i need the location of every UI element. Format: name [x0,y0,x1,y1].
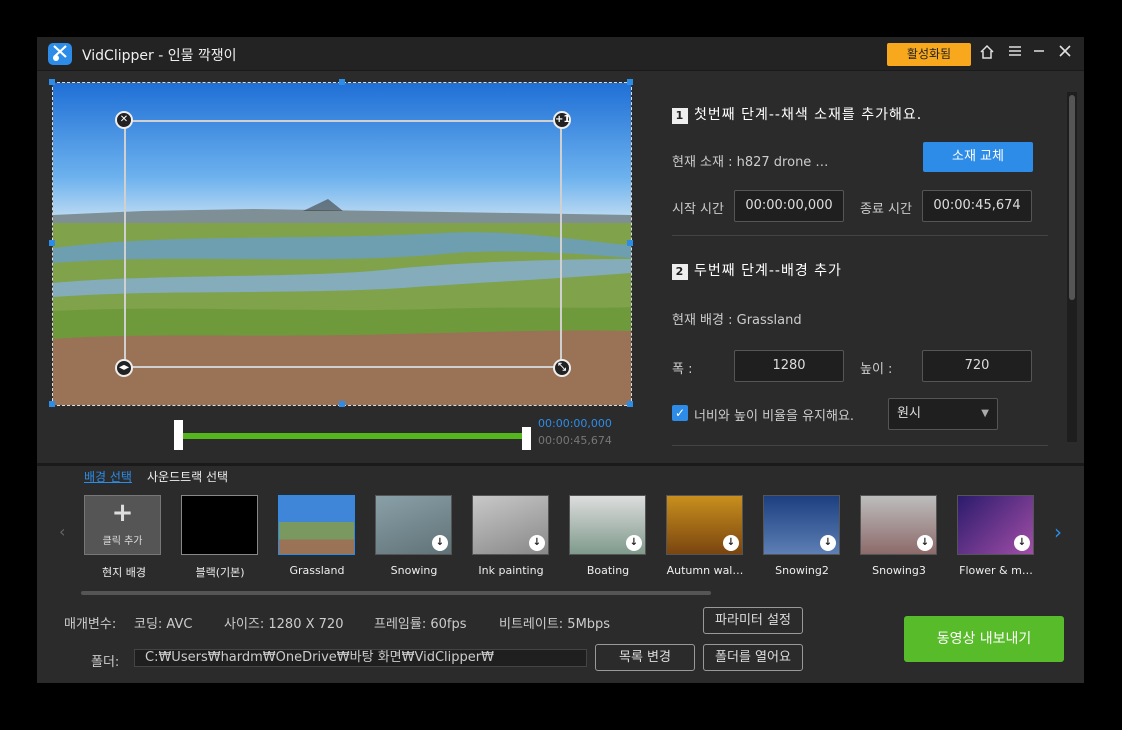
open-folder-button[interactable]: 폴더를 열어요 [703,644,803,671]
keep-ratio-checkbox[interactable]: ✓ [672,405,688,421]
size-value: 사이즈: 1280 X 720 [224,617,344,632]
download-icon[interactable]: ↓ [820,535,836,551]
current-material: 현재 소재 : h827 drone … [672,155,829,170]
chevron-down-icon: ▼ [981,408,989,419]
start-time-label: 시작 시간 [672,202,724,217]
thumb-flower-moon[interactable]: ↓ [957,495,1034,555]
thumb-autumn-walk[interactable]: ↓ [666,495,743,555]
thumb-label: Snowing [390,564,438,577]
end-time-label: 종료 시간 [860,202,912,217]
download-icon[interactable]: ↓ [529,535,545,551]
close-icon[interactable] [1056,44,1074,64]
resize-handle[interactable] [339,79,345,85]
divider [672,445,1048,446]
thumb-label: Grassland [289,564,345,577]
width-label: 폭 : [672,362,693,377]
add-background-button[interactable]: + 클릭 추가 [84,495,161,555]
end-time-input[interactable]: 00:00:45,674 [922,190,1032,222]
resize-handle[interactable] [627,240,633,246]
step1-title-text: 첫번째 단계--채색 소재를 추가해요. [694,107,923,123]
step2-title: 2 두번째 단계--배경 추가 [672,260,842,280]
height-label: 높이 : [860,362,893,377]
step1-number: 1 [672,108,688,124]
width-input[interactable]: 1280 [734,350,844,382]
flip-icon[interactable]: ◂▸ [115,359,133,377]
ratio-select[interactable]: 원시 ▼ [888,398,998,430]
scroll-right-icon[interactable]: › [1054,520,1062,544]
start-time-input[interactable]: 00:00:00,000 [734,190,844,222]
step1-title: 1 첫번째 단계--채색 소재를 추가해요. [672,104,922,124]
activate-button[interactable]: 활성화됨 [887,43,971,66]
trim-start-handle[interactable] [174,420,183,450]
scale-icon[interactable]: ⤡ [553,359,571,377]
vidclipper-logo-icon [48,43,72,65]
video-preview[interactable]: ✕ +1 ◂▸ ⤡ [49,79,633,407]
title-bar: VidClipper - 인물 깍쟁이 활성화됨 [37,37,1084,71]
download-icon[interactable]: ↓ [1014,535,1030,551]
thumb-label: 블랙(기본) [195,566,245,579]
change-directory-button[interactable]: 목록 변경 [595,644,695,671]
keep-ratio-label: 너비와 높이 비율을 유지해요. [694,409,855,424]
resize-handle[interactable] [49,240,55,246]
resize-handle[interactable] [49,79,55,85]
scroll-left-icon[interactable]: ‹ [59,522,65,541]
window-title: VidClipper - 인물 깍쟁이 [82,48,237,64]
selection-box[interactable]: ✕ +1 ◂▸ ⤡ [115,111,571,377]
step2-title-text: 두번째 단계--배경 추가 [694,263,842,279]
download-icon[interactable]: ↓ [626,535,642,551]
thumb-label: Boating [586,564,630,577]
download-icon[interactable]: ↓ [432,535,448,551]
total-time: 00:00:45,674 [538,434,612,447]
current-time: 00:00:00,000 [538,417,612,430]
trim-range[interactable] [178,433,528,439]
folder-path[interactable]: C:₩Users₩hardm₩OneDrive₩바탕 화면₩VidClipper… [134,649,587,667]
folder-label: 폴더: [91,655,120,670]
step2-number: 2 [672,264,688,280]
codec-value: 코딩: AVC [134,617,193,632]
replace-material-button[interactable]: 소재 교체 [923,142,1033,172]
thumb-label: Flower & m… [959,564,1033,577]
plus-icon: + [111,498,134,528]
home-icon[interactable] [978,44,996,64]
divider [672,235,1048,236]
thumbs-scrollbar[interactable] [81,591,711,595]
duplicate-icon[interactable]: +1 [553,111,571,129]
thumb-snowing[interactable]: ↓ [375,495,452,555]
thumb-label: Snowing3 [872,564,926,577]
current-background: 현재 배경 : Grassland [672,313,802,328]
thumb-ink-painting[interactable]: ↓ [472,495,549,555]
resize-handle[interactable] [49,401,55,407]
params-label: 매개변수: [64,617,117,632]
thumb-label: Ink painting [478,564,544,577]
parameter-settings-button[interactable]: 파라미터 설정 [703,607,803,634]
download-icon[interactable]: ↓ [723,535,739,551]
download-icon[interactable]: ↓ [917,535,933,551]
bitrate-value: 비트레이트: 5Mbps [499,617,611,632]
thumb-label: Autumn wal… [666,564,744,577]
framerate-value: 프레임률: 60fps [374,617,467,632]
settings-panel: 1 첫번째 단계--채색 소재를 추가해요. 현재 소재 : h827 drone… [672,82,1048,446]
resize-handle[interactable] [627,79,633,85]
thumb-black[interactable] [181,495,258,555]
ratio-select-value: 원시 [897,406,921,421]
tab-soundtrack[interactable]: 사운드트랙 선택 [147,468,228,485]
thumb-label: 현지 배경 [102,566,146,579]
minimize-icon[interactable] [1030,44,1048,64]
add-label: 클릭 추가 [102,536,143,547]
thumb-label: Snowing2 [775,564,829,577]
app-window: VidClipper - 인물 깍쟁이 활성화됨 ✕ +1 ◂▸ ⤡ 00:00… [37,37,1084,683]
menu-icon[interactable] [1006,44,1024,64]
thumb-snowing3[interactable]: ↓ [860,495,937,555]
tab-background[interactable]: 배경 선택 [84,468,132,485]
trim-end-handle[interactable] [522,427,531,450]
height-input[interactable]: 720 [922,350,1032,382]
resize-handle[interactable] [627,401,633,407]
settings-scroll-thumb[interactable] [1069,95,1075,300]
export-video-button[interactable]: 동영상 내보내기 [904,616,1064,662]
resize-handle[interactable] [339,401,345,407]
thumb-boating[interactable]: ↓ [569,495,646,555]
thumb-snowing2[interactable]: ↓ [763,495,840,555]
thumb-grassland[interactable] [278,495,355,555]
remove-icon[interactable]: ✕ [115,111,133,129]
